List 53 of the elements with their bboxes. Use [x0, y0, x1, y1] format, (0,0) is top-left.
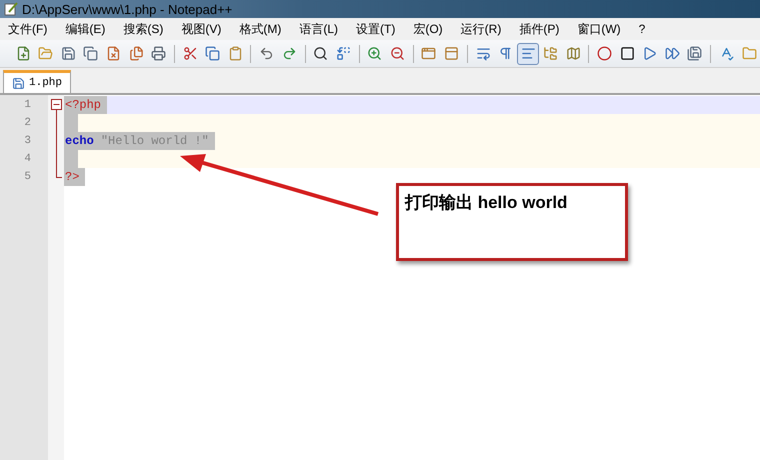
- folder-tree-icon: [543, 46, 558, 61]
- fold-end-icon: [56, 168, 62, 178]
- save-icon: [60, 46, 76, 61]
- line-number: 4: [23, 152, 32, 167]
- copy-icon: [205, 46, 220, 61]
- save-icon: [12, 76, 25, 90]
- code-token: ?>: [65, 169, 80, 186]
- menu-item[interactable]: 搜索(S): [119, 20, 168, 38]
- menu-item[interactable]: 格式(M): [235, 20, 286, 38]
- menu-item[interactable]: 视图(V): [177, 20, 226, 38]
- stop-icon: [620, 46, 635, 61]
- notepad-icon: [4, 2, 18, 16]
- menu-item[interactable]: 运行(R): [456, 20, 506, 38]
- fast-forward-icon: [664, 46, 680, 61]
- redo-icon: [282, 46, 297, 61]
- pilcrow-icon: [498, 46, 514, 61]
- menu-item[interactable]: 编辑(E): [61, 20, 110, 38]
- record-icon: [597, 46, 612, 61]
- code-token: "Hello world !": [100, 133, 209, 150]
- close-file-icon: [106, 46, 121, 61]
- code-token: <?php: [65, 97, 102, 114]
- zoom-out-icon: [390, 46, 405, 61]
- save-macro-icon: [687, 46, 702, 61]
- close-all-icon: [128, 46, 144, 61]
- paste-icon: [228, 46, 243, 61]
- new-file-icon: [16, 46, 31, 61]
- code-token: echo: [65, 133, 94, 150]
- menu-item[interactable]: 语言(L): [295, 20, 342, 38]
- undo-icon: [259, 46, 274, 61]
- window-title: D:\AppServ\www\1.php - Notepad++: [22, 2, 232, 16]
- menu-item[interactable]: 文件(F): [4, 20, 52, 38]
- file-tab[interactable]: 1.php: [3, 70, 72, 93]
- save-all-icon: [83, 46, 98, 61]
- find-icon: [313, 46, 328, 61]
- map-icon: [566, 46, 581, 61]
- line-number: 1: [23, 98, 32, 113]
- cut-icon: [182, 46, 198, 61]
- line-number: 2: [23, 116, 32, 131]
- line-number: 3: [23, 134, 32, 149]
- annotation-text: 打印输出 hello world: [405, 193, 568, 212]
- replace-icon: [336, 46, 351, 61]
- zoom-in-icon: [367, 46, 382, 61]
- menu-item[interactable]: 设置(T): [352, 20, 400, 38]
- word-wrap-icon: [476, 46, 491, 61]
- folder-icon: [742, 46, 756, 61]
- open-folder-icon: [38, 46, 54, 61]
- print-icon: [151, 46, 166, 61]
- menu-item[interactable]: 插件(P): [515, 20, 564, 38]
- menu-item[interactable]: 窗口(W): [573, 20, 625, 38]
- menu-item[interactable]: 宏(O): [409, 20, 447, 38]
- play-icon: [642, 46, 658, 61]
- line-number: 5: [23, 170, 32, 185]
- menu-item[interactable]: ?: [634, 20, 650, 38]
